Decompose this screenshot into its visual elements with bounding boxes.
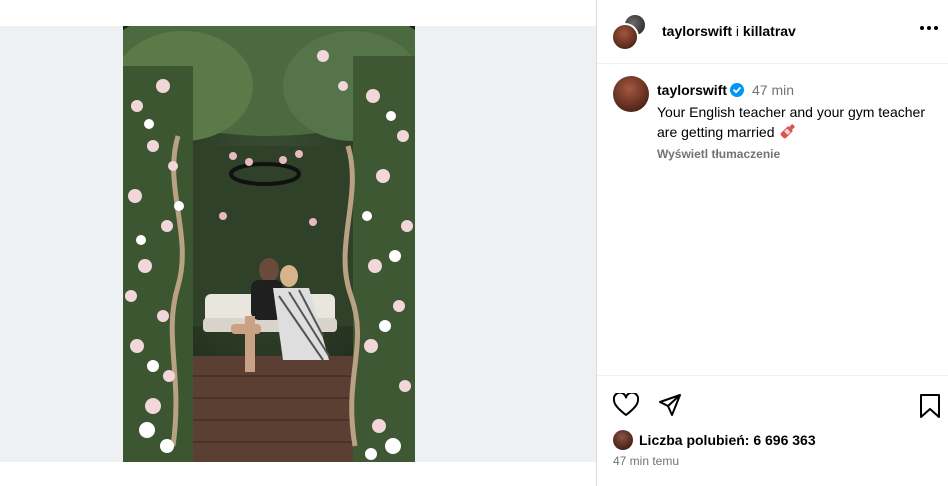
post-date[interactable]: 47 min temu	[613, 454, 679, 468]
caption-block: taylorswift 47 min Your English teacher a…	[597, 64, 948, 376]
more-options-icon[interactable]	[920, 26, 938, 30]
media-pane	[0, 0, 596, 486]
likes-count[interactable]: Liczba polubień: 6 696 363	[639, 432, 816, 448]
heart-icon[interactable]	[612, 391, 640, 422]
caption-body: taylorswift 47 min Your English teacher a…	[657, 80, 937, 162]
likes-row[interactable]: Liczba polubień: 6 696 363	[613, 430, 816, 450]
share-icon[interactable]	[658, 393, 682, 422]
bookmark-icon[interactable]	[919, 393, 941, 424]
header-usernames: taylorswift i killatrav	[662, 23, 796, 39]
header-username-1[interactable]: taylorswift	[662, 23, 732, 39]
collab-avatars[interactable]	[611, 13, 649, 51]
avatar-taylorswift[interactable]	[611, 23, 639, 51]
caption-text: Your English teacher and your gym teache…	[657, 102, 937, 145]
translate-link[interactable]: Wyświetl tłumaczenie	[657, 146, 937, 162]
likes-avatar	[613, 430, 633, 450]
caption-username[interactable]: taylorswift	[657, 82, 727, 98]
avatar[interactable]	[613, 76, 649, 112]
header-username-2[interactable]: killatrav	[743, 23, 796, 39]
post-header: taylorswift i killatrav	[597, 0, 948, 64]
garden-swing-photo	[123, 26, 415, 462]
caption-time[interactable]: 47 min	[752, 82, 794, 98]
post-photo[interactable]	[123, 26, 415, 462]
action-bar: Liczba polubień: 6 696 363 47 min temu	[597, 376, 948, 486]
verified-badge-icon	[730, 82, 745, 102]
bottle-emoji-icon	[779, 122, 797, 145]
post-sidebar: taylorswift i killatrav taylorswift 47 mi…	[597, 0, 948, 486]
header-conjunction: i	[735, 23, 740, 39]
